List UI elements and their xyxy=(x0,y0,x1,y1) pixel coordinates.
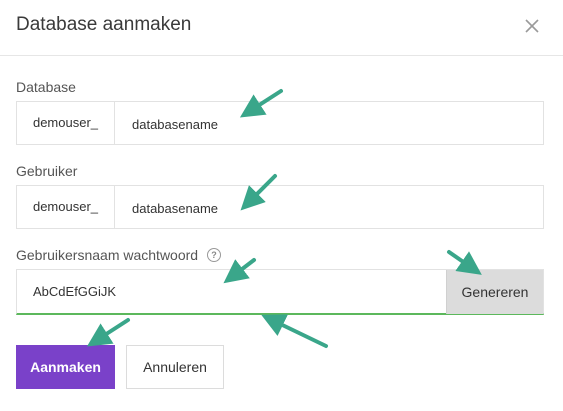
password-label: Gebruikersnaam wachtwoord xyxy=(16,247,199,263)
arrow-generate xyxy=(447,250,482,275)
arrow-create xyxy=(86,318,130,347)
password-input[interactable]: AbCdEfGGiJK xyxy=(33,270,116,313)
dialog-header: Database aanmaken xyxy=(0,0,563,56)
password-field: AbCdEfGGiJK Genereren xyxy=(16,269,544,315)
cancel-button[interactable]: Annuleren xyxy=(126,345,224,389)
database-prefix: demouser_ xyxy=(17,102,115,144)
dialog-title: Database aanmaken xyxy=(16,14,192,35)
user-field: demouser_ databasename xyxy=(16,185,544,229)
user-prefix: demouser_ xyxy=(17,186,115,228)
database-label: Database xyxy=(16,79,76,95)
arrow-underline xyxy=(261,314,328,348)
help-circle-icon[interactable]: ? xyxy=(207,248,221,262)
close-icon[interactable] xyxy=(521,15,543,37)
create-button[interactable]: Aanmaken xyxy=(16,345,115,389)
generate-password-button[interactable]: Genereren xyxy=(446,270,543,314)
database-field: demouser_ databasename xyxy=(16,101,544,145)
database-name-input[interactable]: databasename xyxy=(132,102,218,144)
user-name-input[interactable]: databasename xyxy=(132,186,218,228)
create-database-dialog: Database aanmaken Database demouser_ dat… xyxy=(0,0,563,411)
user-label: Gebruiker xyxy=(16,163,78,179)
